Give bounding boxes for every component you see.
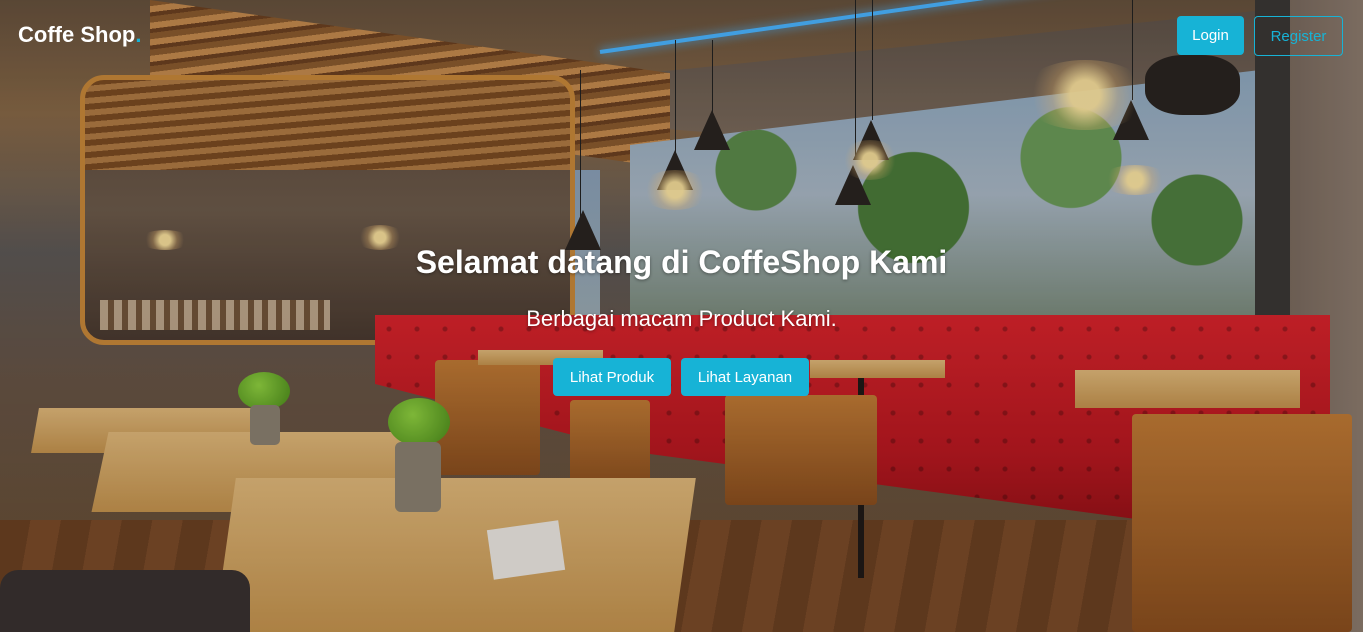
brand-logo[interactable]: Coffe Shop. <box>18 22 141 48</box>
register-button[interactable]: Register <box>1254 16 1343 56</box>
view-products-button[interactable]: Lihat Produk <box>553 358 671 396</box>
brand-dot: . <box>135 22 142 47</box>
login-button[interactable]: Login <box>1177 16 1244 55</box>
view-services-button[interactable]: Lihat Layanan <box>681 358 809 396</box>
hero-title: Selamat datang di CoffeShop Kami <box>415 244 948 280</box>
hero-subtitle: Berbagai macam Product Kami. <box>526 306 837 331</box>
brand-text: Coffe Shop <box>18 22 136 47</box>
